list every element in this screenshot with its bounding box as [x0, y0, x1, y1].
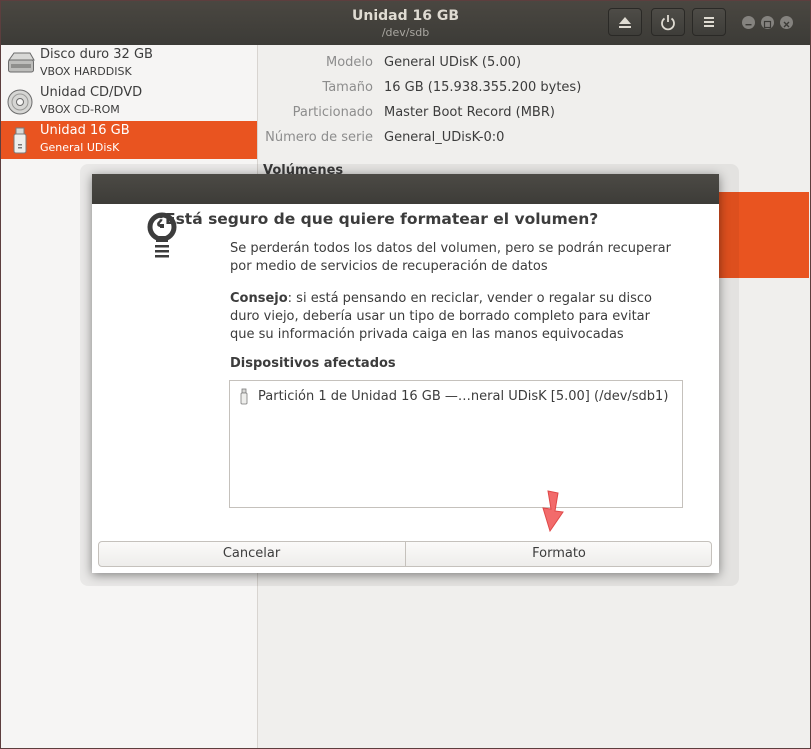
window-subtitle: /dev/sdb — [381, 26, 430, 39]
sidebar-item-title: Unidad CD/DVD — [40, 85, 143, 100]
harddisk-icon — [8, 52, 35, 73]
power-icon — [661, 15, 675, 31]
optical-disc-icon — [7, 89, 33, 115]
sidebar-item-cdrom[interactable]: Unidad CD/DVD VBOX CD-ROM — [1, 83, 257, 121]
sidebar-item-title: Unidad 16 GB — [40, 123, 130, 138]
sidebar-item-subtitle: VBOX HARDDISK — [40, 65, 132, 78]
window-title: Unidad 16 GB — [351, 8, 460, 24]
warning-text-line-1: Se perderán todos los datos del volumen,… — [230, 241, 671, 256]
maximize-icon — [763, 20, 772, 29]
size-value: 16 GB (15.938.355.200 bytes) — [384, 80, 582, 95]
sidebar-item-subtitle: VBOX CD-ROM — [40, 103, 120, 116]
affected-device-item: Partición 1 de Unidad 16 GB —…neral UDis… — [258, 389, 669, 404]
drive-menu-button[interactable] — [692, 8, 726, 36]
header-bar: Unidad 16 GB /dev/sdb — [1, 1, 810, 45]
format-button[interactable]: Formato — [406, 541, 712, 567]
model-label: Modelo — [326, 55, 373, 70]
tip-label: Consejo — [230, 291, 288, 306]
affected-devices-label: Dispositivos afectados — [230, 356, 396, 371]
partitioning-label: Particionado — [292, 105, 373, 120]
serial-number-label: Número de serie — [265, 130, 373, 145]
disks-window: Unidad 16 GB /dev/sdb Disco duro 32 GB V… — [0, 0, 811, 749]
sidebar-item-title: Disco duro 32 GB — [40, 47, 153, 62]
close-icon — [783, 21, 790, 28]
model-value: General UDisK (5.00) — [384, 55, 522, 70]
red-arrow-icon — [542, 490, 564, 533]
partitioning-value: Master Boot Record (MBR) — [384, 105, 555, 120]
maximize-button[interactable] — [761, 16, 774, 29]
eject-button[interactable] — [608, 8, 642, 36]
format-confirmation-dialog — [92, 174, 719, 573]
power-off-button[interactable] — [651, 8, 685, 36]
minimize-button[interactable] — [742, 16, 755, 29]
close-button[interactable] — [780, 16, 793, 29]
size-label: Tamaño — [322, 80, 373, 95]
usb-drive-icon — [240, 388, 248, 405]
hamburger-menu-icon — [704, 17, 714, 27]
eject-icon — [619, 17, 631, 28]
tip-text: : si está pensando en reciclar, vender o… — [287, 291, 652, 306]
minimize-icon — [745, 24, 752, 26]
cancel-button[interactable]: Cancelar — [98, 541, 406, 567]
tip-text-line-3: que su información privada caiga en las … — [230, 327, 624, 342]
warning-text-line-2: por medio de servicios de recuperación d… — [230, 259, 548, 274]
sidebar-item-subtitle: General UDisK — [40, 141, 120, 154]
tip-text-line-1: Consejo: si está pensando en reciclar, v… — [230, 291, 652, 306]
dialog-heading: ¿Está seguro de que quiere formatear el … — [156, 210, 599, 228]
sidebar-item-usb-drive[interactable]: Unidad 16 GB General UDisK — [1, 121, 257, 159]
usb-drive-icon — [13, 127, 27, 154]
tip-text-line-2: duro viejo, debería usar un tipo de borr… — [230, 309, 650, 324]
serial-number-value: General_UDisK-0:0 — [384, 130, 505, 145]
dialog-titlebar — [92, 174, 719, 204]
sidebar-item-harddisk[interactable]: Disco duro 32 GB VBOX HARDDISK — [1, 45, 257, 83]
